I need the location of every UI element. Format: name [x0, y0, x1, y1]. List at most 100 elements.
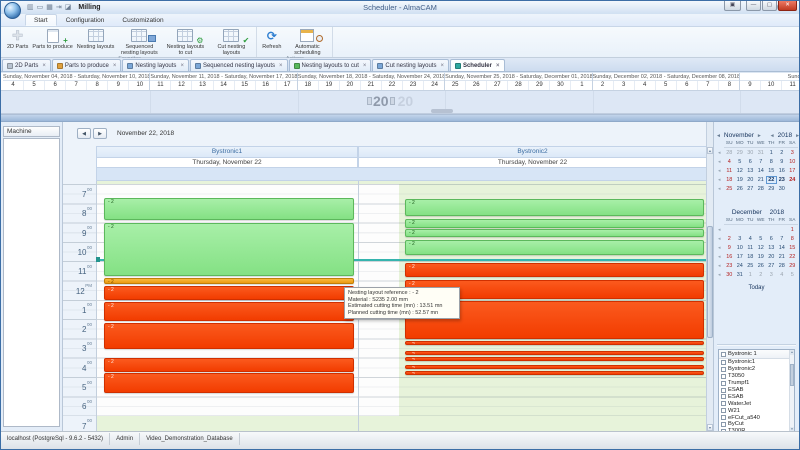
calendar-day[interactable]: 25 [724, 185, 735, 193]
calendar-day[interactable] [766, 226, 777, 234]
checkbox[interactable] [721, 367, 726, 372]
machine-filter-item[interactable]: Bystronic1 [719, 359, 794, 366]
tab-close-icon[interactable]: × [363, 63, 367, 69]
doc-tab-2d-parts[interactable]: 2D Parts× [2, 59, 51, 71]
calendar-day[interactable]: 1 [787, 226, 798, 234]
calendar-day[interactable]: 24 [735, 262, 746, 270]
calendar-day[interactable]: 25 [745, 262, 756, 270]
calendar-day[interactable]: 21 [777, 253, 788, 261]
calendar-day[interactable]: 11 [745, 244, 756, 252]
machine-filter-item[interactable]: Bystronic2 [719, 366, 794, 373]
machine-list-scrollbar[interactable]: ▲ ▼ [789, 350, 794, 432]
calendar-day[interactable]: 27 [745, 185, 756, 193]
day-number-cell[interactable]: 4 [3, 81, 24, 90]
machine-filter-header[interactable]: Bystronic 1 [719, 350, 794, 359]
doc-tab-nesting-layouts-to-cut[interactable]: Nesting layouts to cut× [289, 59, 372, 71]
day-number-cell[interactable]: 2 [593, 81, 614, 90]
calendar-day[interactable]: 15 [766, 167, 777, 175]
previous-year-icon[interactable]: ◄ [770, 133, 775, 139]
day-number-cell[interactable]: 5 [24, 81, 45, 90]
calendar-day[interactable]: 19 [756, 253, 767, 261]
day-number-cell[interactable]: 17 [277, 81, 298, 90]
day-number-cell[interactable]: 6 [677, 81, 698, 90]
tab-close-icon[interactable]: × [496, 63, 500, 69]
calendar-day[interactable]: 19 [735, 176, 746, 184]
day-number-cell[interactable]: 7 [66, 81, 87, 90]
day-number-cell[interactable]: 9 [740, 81, 761, 90]
calendar-day[interactable]: 17 [787, 167, 798, 175]
day-number-cell[interactable]: 24 [424, 81, 445, 90]
calendar-day[interactable]: 6 [745, 158, 756, 166]
refresh-button[interactable]: Refresh [259, 28, 284, 56]
tab-close-icon[interactable]: × [180, 63, 184, 69]
machine-filter-item[interactable]: T3050 [719, 373, 794, 380]
machine-filter-item[interactable]: W21 [719, 407, 794, 414]
day-number-cell[interactable]: 23 [403, 81, 424, 90]
tab-close-icon[interactable]: × [42, 63, 46, 69]
day-number-cell[interactable]: 29 [529, 81, 550, 90]
zoom-in-icon[interactable] [390, 97, 395, 105]
calendar-day[interactable]: 24 [787, 176, 798, 184]
schedule-block[interactable]: - 2 [405, 229, 704, 237]
day-number-cell[interactable]: 11 [150, 81, 171, 90]
day-number-cell[interactable]: 8 [719, 81, 740, 90]
ribbon-tab-start[interactable]: Start [25, 14, 57, 26]
day-number-cell[interactable]: 28 [508, 81, 529, 90]
timeline-scrollbar-thumb[interactable] [431, 109, 453, 113]
calendar-day[interactable]: 8 [787, 235, 798, 243]
schedule-block[interactable]: - 2 [104, 286, 354, 300]
today-button[interactable]: Today [714, 285, 799, 291]
sequenced-nesting-layouts-button[interactable]: Sequenced nesting layouts [116, 28, 162, 56]
calendar-day[interactable]: 29 [787, 262, 798, 270]
calendar-day[interactable] [745, 226, 756, 234]
calendar-day[interactable]: 22 [787, 253, 798, 261]
calendar-day[interactable]: 21 [756, 176, 767, 184]
calendar-day[interactable]: 4 [724, 158, 735, 166]
checkbox[interactable] [721, 381, 726, 386]
calendar-day[interactable]: 16 [724, 253, 735, 261]
calendar-day[interactable]: 27 [766, 262, 777, 270]
doc-tab-nesting-layouts[interactable]: Nesting layouts× [122, 59, 189, 71]
machine-panel-list[interactable] [3, 138, 60, 427]
day-number-cell[interactable]: 30 [550, 81, 571, 90]
calendar-day[interactable]: 18 [724, 176, 735, 184]
cut-nesting-layouts-button[interactable]: Cut nesting layouts [208, 28, 254, 56]
schedule-block[interactable]: - 2 [104, 302, 354, 321]
calendar-day[interactable]: 18 [745, 253, 756, 261]
doc-tab-scheduler[interactable]: Scheduler× [450, 59, 505, 71]
calendar-day[interactable]: 5 [787, 271, 798, 279]
checkbox[interactable] [721, 415, 726, 420]
schedule-block[interactable]: - 2 [104, 278, 354, 284]
calendar-day[interactable]: 22 [766, 176, 777, 184]
close-button[interactable]: ✕ [778, 1, 797, 11]
parts-to-produce-button[interactable]: Parts to produce [30, 28, 74, 56]
calendar-day[interactable]: 3 [735, 235, 746, 243]
next-year-icon[interactable]: ► [795, 133, 800, 139]
checkbox[interactable] [721, 360, 726, 365]
day-number-cell[interactable]: 25 [445, 81, 466, 90]
schedule-block[interactable]: - 2 [405, 371, 704, 375]
day-number-cell[interactable]: 16 [256, 81, 277, 90]
calendar-day[interactable] [787, 185, 798, 193]
day-number-cell[interactable]: 20 [340, 81, 361, 90]
calendar-day[interactable]: 14 [777, 244, 788, 252]
calendar-day[interactable]: 1 [745, 271, 756, 279]
schedule-vertical-scrollbar[interactable]: ▲ ▼ [706, 122, 713, 431]
machine-filter-item[interactable]: ESAB [719, 393, 794, 400]
calendar-day[interactable]: 28 [756, 185, 767, 193]
minimize-button[interactable]: — [746, 1, 761, 11]
calendar-day[interactable]: 12 [756, 244, 767, 252]
day-number-cell[interactable]: 10 [129, 81, 150, 90]
calendar-day[interactable]: 9 [724, 244, 735, 252]
checkbox[interactable] [721, 401, 726, 406]
day-number-cell[interactable]: 9 [108, 81, 129, 90]
doc-tab-sequenced-nesting-layouts[interactable]: Sequenced nesting layouts× [190, 59, 288, 71]
day-number-cell[interactable]: 27 [487, 81, 508, 90]
schedule-block[interactable]: - 2 [405, 199, 704, 216]
calendar-day[interactable]: 2 [756, 271, 767, 279]
calendar-day[interactable] [735, 226, 746, 234]
day-number-cell[interactable]: 5 [656, 81, 677, 90]
ribbon-tab-customization[interactable]: Customization [113, 14, 172, 26]
tab-close-icon[interactable]: × [279, 63, 283, 69]
previous-day-button[interactable]: ◀ [77, 128, 91, 139]
